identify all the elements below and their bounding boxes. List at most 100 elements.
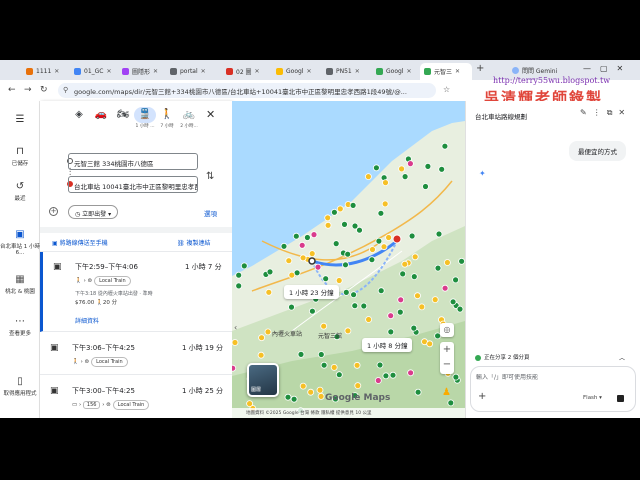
close-icon[interactable]: ✕: [618, 108, 631, 117]
recent-button[interactable]: ↺ 最近: [0, 181, 40, 202]
map-poi-pin[interactable]: [360, 302, 368, 310]
map-poi-pin[interactable]: [353, 361, 361, 369]
map-poi-pin[interactable]: [399, 270, 407, 278]
browser-tab-2[interactable]: 01_GC ✕: [70, 63, 116, 80]
browser-tab-4[interactable]: portal ✕: [166, 63, 212, 80]
travel-mode-car[interactable]: 🚗: [90, 107, 112, 123]
tab-close-icon[interactable]: ✕: [106, 68, 111, 75]
map-poi-pin[interactable]: [342, 288, 350, 296]
map-poi-pin[interactable]: [449, 298, 457, 306]
map-poi-pin[interactable]: [411, 253, 419, 261]
edit-icon[interactable]: ✎: [580, 108, 593, 117]
get-app-button[interactable]: ▯ 取得應用程式: [0, 376, 40, 397]
map-poi-pin[interactable]: [240, 262, 248, 270]
zoom-controls[interactable]: + −: [440, 342, 454, 374]
map-poi-pin[interactable]: [407, 369, 415, 377]
map-poi-pin[interactable]: [377, 287, 385, 295]
map-poi-pin[interactable]: [414, 388, 422, 396]
browser-tab-3[interactable]: 圖隱形 ✕: [118, 63, 164, 80]
map-poi-pin[interactable]: [375, 237, 383, 245]
travel-mode-motorcycle[interactable]: 🏍: [112, 107, 134, 123]
map-poi-pin[interactable]: [317, 392, 325, 400]
pegman-icon[interactable]: ♟: [442, 387, 451, 398]
map-poi-pin[interactable]: [401, 260, 409, 268]
map-poi-pin[interactable]: [310, 231, 318, 239]
map-poi-pin[interactable]: [401, 173, 409, 180]
chevron-up-icon[interactable]: ︿: [619, 353, 625, 362]
options-button[interactable]: 選項: [204, 208, 217, 218]
share-status[interactable]: 正在分享 2 個分頁 ︿: [475, 353, 635, 362]
map-poi-pin[interactable]: [344, 250, 352, 258]
map-poi-pin[interactable]: [385, 234, 393, 241]
window-controls[interactable]: —▢✕: [583, 64, 632, 73]
browser-tab-8[interactable]: Googl ✕: [372, 63, 418, 80]
map-poi-pin[interactable]: [232, 339, 239, 346]
map-poi-pin[interactable]: [381, 200, 389, 208]
map-poi-pin[interactable]: [380, 243, 388, 251]
send-to-phone-link[interactable]: ▣ 將路線傳送至手機: [52, 238, 108, 247]
map-poi-pin[interactable]: [406, 160, 414, 167]
map-poi-pin[interactable]: [410, 273, 418, 281]
site-info-icon[interactable]: ⚲: [63, 86, 68, 94]
map-poi-pin[interactable]: [408, 232, 416, 240]
map-poi-pin[interactable]: [265, 288, 273, 296]
map-poi-pin[interactable]: [365, 316, 373, 323]
map-poi-pin[interactable]: [332, 240, 340, 248]
travel-mode-walk[interactable]: 🚶 7 小時: [156, 107, 178, 129]
map-poi-pin[interactable]: [324, 221, 332, 229]
map-poi-pin[interactable]: [426, 340, 434, 348]
tab-close-icon[interactable]: ✕: [201, 68, 206, 75]
tab-close-icon[interactable]: ✕: [54, 68, 59, 75]
map-poi-pin[interactable]: [288, 271, 296, 279]
swap-icon[interactable]: ⇅: [206, 171, 214, 182]
route-option-2[interactable]: ▣ 下午3:06–下午4:25 1 小時 19 分 🚶 › ⊜ Local Tra…: [40, 333, 232, 375]
map-poi-pin[interactable]: [458, 257, 465, 265]
map-poi-pin[interactable]: [351, 222, 359, 230]
map-poi-pin[interactable]: [304, 234, 311, 241]
map-poi-pin[interactable]: [285, 257, 293, 265]
map-poi-pin[interactable]: [288, 303, 295, 311]
origin-input[interactable]: 元智三館 334桃園市八德區: [68, 153, 198, 170]
map-canvas[interactable]: 1 小時 23 分鐘 1 小時 8 分鐘 內壢火車站 元智三館 圖層 Googl…: [232, 101, 465, 418]
layers-button[interactable]: 圖層: [247, 363, 279, 397]
map-poi-pin[interactable]: [396, 308, 404, 316]
map-poi-pin[interactable]: [264, 328, 272, 336]
map-poi-pin[interactable]: [377, 209, 385, 217]
menu-button[interactable]: ☰: [0, 114, 40, 127]
map-poi-pin[interactable]: [331, 208, 338, 216]
map-poi-pin[interactable]: [398, 165, 406, 173]
map-poi-pin[interactable]: [387, 312, 395, 320]
route-option-3[interactable]: ▣ 下午3:00–下午4:25 1 小時 25 分 ▭ › 156 › ⊜ Loc…: [40, 376, 232, 418]
map-poi-pin[interactable]: [317, 351, 325, 358]
route-option-1[interactable]: ▣ 下午2:59–下午4:06 1 小時 7 分 🚶 › ⊜ Local Trai…: [40, 252, 232, 332]
map-poi-pin[interactable]: [292, 232, 300, 240]
add-destination-icon[interactable]: +: [49, 207, 58, 216]
browser-tab-1[interactable]: 1111 ✕: [22, 63, 68, 80]
map-poi-pin[interactable]: [382, 179, 389, 186]
map-poi-pin[interactable]: [376, 361, 384, 369]
collapse-panel-icon[interactable]: ‹: [234, 323, 237, 332]
map-poi-pin[interactable]: [335, 277, 343, 284]
map-poi-pin[interactable]: [452, 276, 460, 284]
map-poi-pin[interactable]: [341, 221, 348, 228]
browser-tab-7[interactable]: PN51 ✕: [322, 63, 368, 80]
map-poi-pin[interactable]: [349, 202, 357, 209]
map-poi-pin[interactable]: [307, 388, 315, 396]
map-poi-pin[interactable]: [235, 271, 243, 279]
tab-close-icon[interactable]: ✕: [306, 68, 311, 75]
map-poi-pin[interactable]: [324, 214, 332, 222]
map-poi-pin[interactable]: [322, 275, 330, 283]
tab-close-icon[interactable]: ✕: [455, 68, 460, 75]
map-poi-pin[interactable]: [368, 256, 376, 264]
map-poi-pin[interactable]: [316, 386, 324, 394]
map-poi-pin[interactable]: [434, 264, 442, 272]
saved-button[interactable]: ⊓ 已儲存: [0, 146, 40, 167]
stop-icon[interactable]: [617, 395, 624, 402]
travel-mode-bike[interactable]: 🚲 2 小時...: [178, 107, 200, 129]
browser-tab-5[interactable]: 02 圖 ✕: [222, 63, 268, 80]
map-poi-pin[interactable]: [280, 242, 288, 250]
map-poi-pin[interactable]: [336, 205, 344, 213]
map-poi-pin[interactable]: [309, 307, 316, 315]
route-details-link[interactable]: 詳細資料: [75, 316, 99, 325]
gemini-chip[interactable]: 問問 Gemini: [512, 65, 557, 76]
